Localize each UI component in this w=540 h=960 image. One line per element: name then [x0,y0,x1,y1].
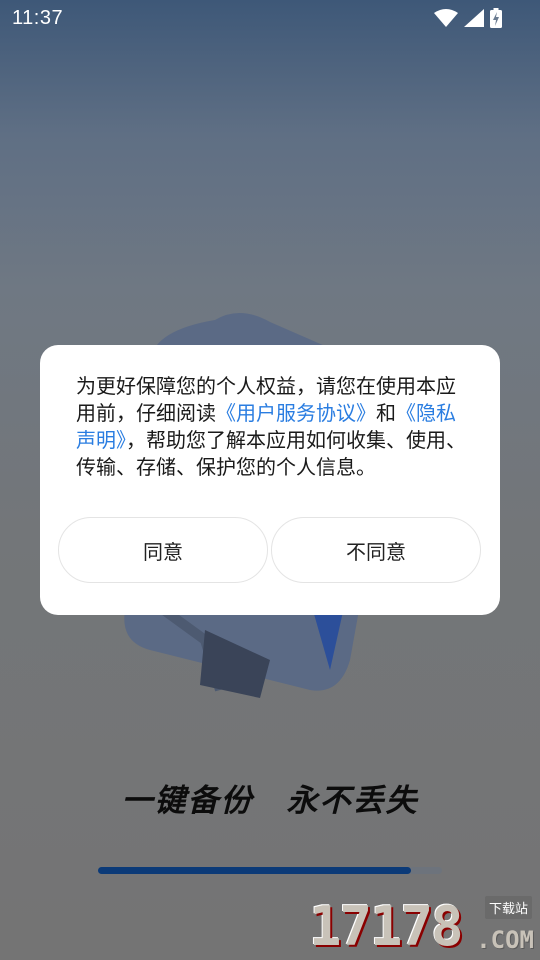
dialog-text-outro: ，帮助您了解本应用如何收集、使用、传输、存储、保护您的个人信息。 [76,428,466,479]
disagree-button[interactable]: 不同意 [271,517,481,583]
wifi-icon [434,9,458,27]
privacy-dialog: 为更好保障您的个人权益，请您在使用本应用前，仔细阅读《用户服务协议》和《隐私声明… [40,345,500,615]
watermark-tag: 下载站 [484,896,532,919]
user-agreement-link[interactable]: 《用户服务协议》 [216,401,376,425]
slogan: 一键备份 永不丢失 [121,783,419,819]
watermark-domain: .COM [476,926,534,954]
agree-button[interactable]: 同意 [58,517,268,583]
loading-progress-bar [98,867,442,874]
status-bar: 11:37 [0,0,540,36]
cellular-signal-icon [464,9,484,27]
status-icons [434,8,502,28]
loading-progress-fill [98,867,412,874]
battery-charging-icon [490,8,502,28]
site-watermark: 17178 下载站 .COM [309,892,534,958]
status-time: 11:37 [12,7,64,29]
privacy-dialog-message: 为更好保障您的个人权益，请您在使用本应用前，仔细阅读《用户服务协议》和《隐私声明… [76,373,468,481]
dialog-text-and: 和 [376,401,396,425]
watermark-number: 17178 [309,895,464,958]
